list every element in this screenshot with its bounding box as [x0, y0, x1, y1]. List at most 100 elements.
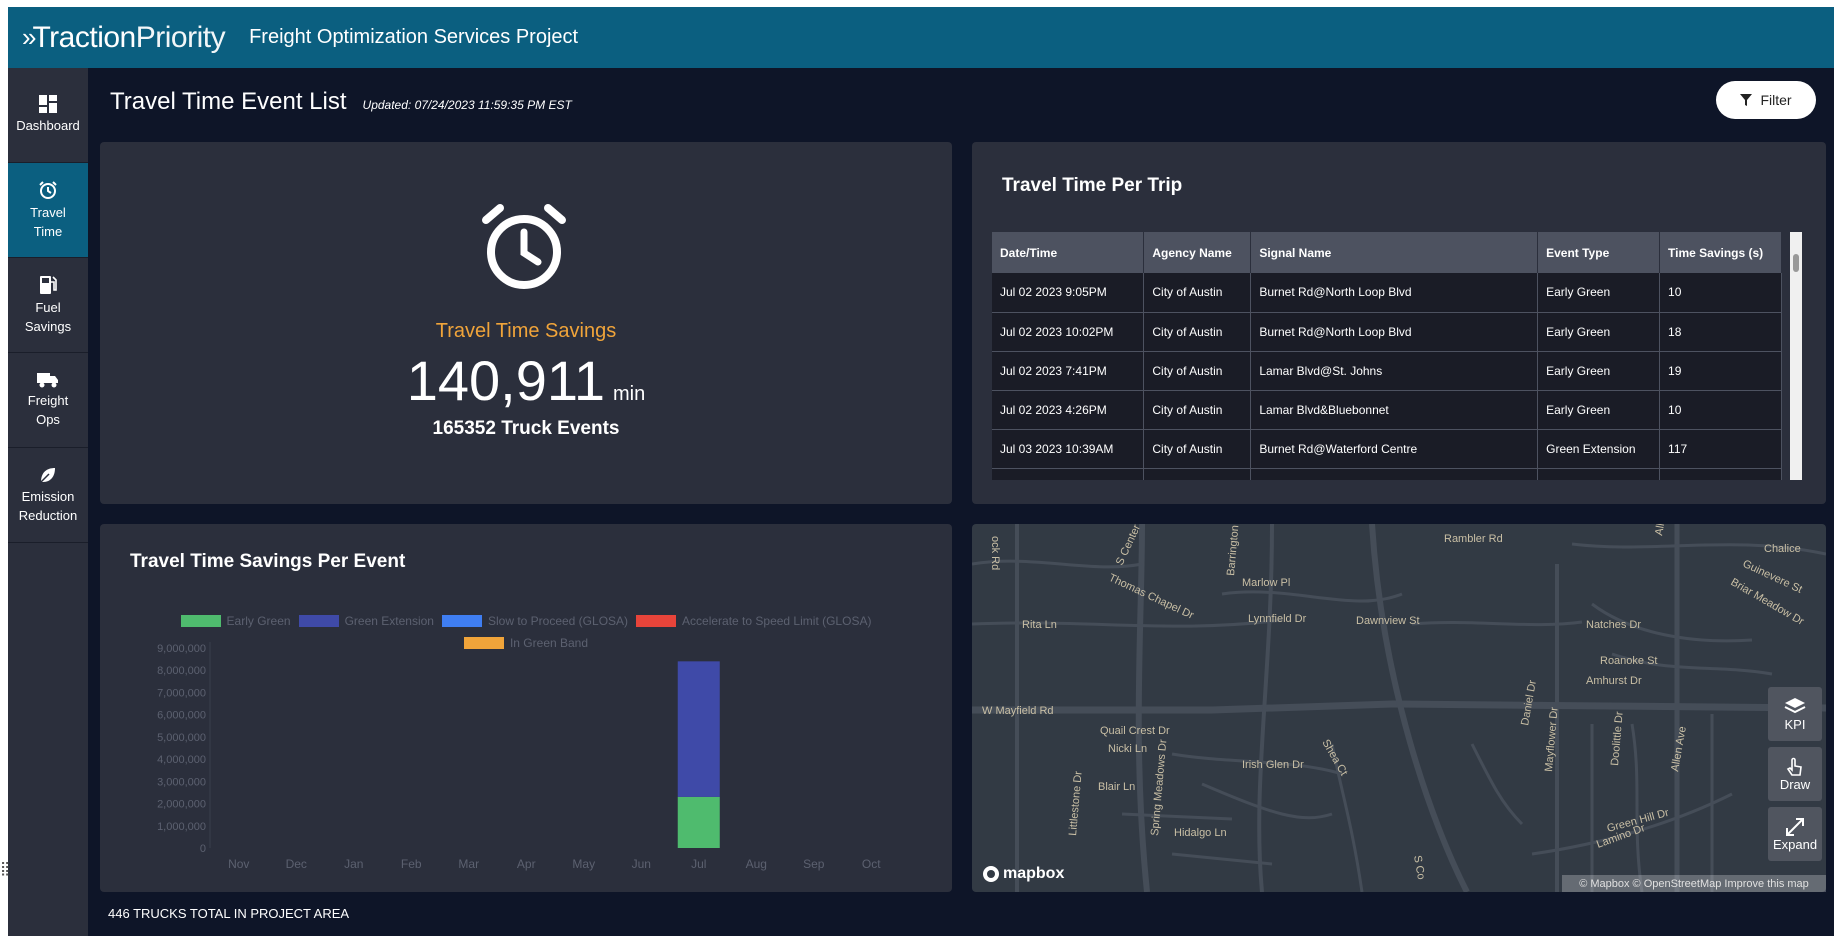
kpi-button[interactable]: KPI — [1768, 687, 1822, 741]
table-cell: Early Green — [1537, 312, 1661, 352]
x-tick-label: Jul — [691, 857, 706, 871]
bar-segment — [677, 796, 720, 848]
fuel-pump-icon — [40, 275, 57, 294]
column-header[interactable]: Agency Name — [1143, 232, 1252, 273]
sidebar-item-label-2: Reduction — [18, 507, 78, 523]
logo-text-bold: Traction — [32, 20, 136, 54]
traction-priority-logo[interactable]: » Traction Priority — [22, 20, 226, 55]
hand-pointer-icon — [1786, 757, 1802, 776]
y-tick-label: 7,000,000 — [157, 687, 206, 699]
x-tick-label: Sep — [803, 857, 825, 871]
page-header: Travel Time Event List Updated: 07/24/20… — [110, 88, 572, 116]
sidebar-item-dashboard[interactable]: Dashboard — [8, 68, 88, 163]
map-road — [1221, 590, 1403, 603]
table-cell: Green Extension — [1537, 429, 1661, 469]
y-tick-label: 2,000,000 — [157, 799, 206, 811]
sidebar-item-fuel-savings[interactable]: Fuel Savings — [8, 258, 88, 353]
updated-timestamp: Updated: 07/24/2023 11:59:35 PM EST — [362, 98, 572, 112]
street-label: Nicki Ln — [1108, 743, 1147, 755]
project-title: Freight Optimization Services Project — [249, 26, 579, 48]
map-road — [1171, 852, 1273, 866]
y-tick-label: 6,000,000 — [157, 710, 206, 722]
expand-icon — [1786, 817, 1804, 836]
bar-chart: 0 1,000,000 2,000,000 3,000,000 4,000,000 5,0… — [157, 642, 881, 871]
table-row[interactable] — [992, 468, 1782, 480]
street-label: Barrington — [1225, 525, 1241, 577]
street-label: Roanoke St — [1600, 655, 1657, 667]
column-header[interactable]: Event Type — [1537, 232, 1661, 273]
leaf-icon — [40, 467, 55, 483]
x-tick-label: Nov — [228, 857, 249, 871]
column-header[interactable]: Signal Name — [1250, 232, 1539, 273]
table-row[interactable]: Jul 02 2023 9:05PM City of Austin Burnet R… — [992, 273, 1782, 313]
table-cell: Lamar Blvd@St. Johns — [1250, 351, 1539, 391]
street-label: ock Rd — [989, 536, 1001, 570]
truck-events-count: 165352 Truck Events — [432, 418, 620, 439]
table-cell: Early Green — [1537, 390, 1661, 430]
y-tick-label: 8,000,000 — [157, 665, 206, 677]
truck-icon — [37, 372, 58, 387]
street-label: Rita Ln — [1022, 619, 1057, 631]
savings-unit: min — [613, 383, 646, 405]
y-tick-label: 3,000,000 — [157, 776, 206, 788]
expand-button[interactable]: Expand — [1768, 807, 1822, 861]
table-cell: 19 — [1659, 351, 1782, 391]
trip-table-container[interactable]: Date/Time Agency Name Signal Name Event … — [992, 232, 1792, 480]
sidebar-item-travel-time[interactable]: Travel Time — [8, 163, 88, 258]
table-scrollbar[interactable] — [1790, 232, 1802, 480]
street-label: Spring Meadows Dr — [1149, 739, 1169, 837]
filter-button[interactable]: Filter — [1716, 81, 1816, 119]
street-label: Dawnview St — [1356, 615, 1420, 627]
table-row[interactable]: Jul 03 2023 10:39AM City of Austin Burnet … — [992, 429, 1782, 469]
x-tick-label: Apr — [517, 857, 536, 871]
y-tick-label: 0 — [200, 843, 206, 855]
sidebar-item-label-2: Ops — [36, 411, 60, 427]
street-label: Allen Ave — [1669, 725, 1689, 772]
bar-segment — [677, 661, 720, 797]
sidebar-item-label: Fuel — [35, 299, 61, 315]
table-cell: Jul 03 2023 10:39AM — [992, 429, 1145, 469]
x-tick-label: Mar — [458, 857, 479, 871]
street-label: S Co — [1411, 854, 1427, 880]
street-label: Rambler Rd — [1444, 533, 1503, 545]
sidebar-item-freight-ops[interactable]: Freight Ops — [8, 353, 88, 448]
street-label: Blair Ln — [1098, 781, 1135, 793]
table-row[interactable]: Jul 02 2023 4:26PM City of Austin Lamar Bl… — [992, 390, 1782, 430]
table-cell: City of Austin — [1143, 351, 1252, 391]
sidebar: Dashboard Travel Time Fuel Savings Freig… — [8, 68, 88, 936]
draw-button[interactable]: Draw — [1768, 747, 1822, 801]
trucks-total: 446 TRUCKS TOTAL IN PROJECT AREA — [108, 906, 350, 921]
sidebar-item-label: Travel — [30, 204, 66, 220]
street-label: Littlestone Dr — [1067, 770, 1085, 836]
x-tick-label: Oct — [862, 857, 881, 871]
column-header[interactable]: Date/Time — [992, 232, 1145, 273]
trip-table: Date/Time Agency Name Signal Name Event … — [992, 232, 1782, 480]
y-tick-label: 5,000,000 — [157, 732, 206, 744]
column-header[interactable]: Time Savings (s) — [1659, 232, 1782, 273]
map-canvas[interactable]: Rambler RdChaliceS Center BarringtonThoma… — [972, 524, 1826, 892]
table-row[interactable]: Jul 02 2023 7:41PM City of Austin Lamar Bl… — [992, 351, 1782, 391]
layers-icon — [1784, 697, 1806, 713]
sidebar-item-label: Emission — [21, 488, 75, 504]
map-attribution[interactable]: © Mapbox © OpenStreetMap Improve this ma… — [1562, 875, 1826, 892]
page-title: Travel Time Event List — [110, 88, 347, 115]
x-tick-label: Jun — [632, 857, 651, 871]
sidebar-item-label-2: Time — [33, 223, 63, 239]
travel-time-savings-panel: Travel Time Savings 140,911 min 165352 Tr… — [100, 142, 952, 504]
logo-chevron-icon: » — [22, 22, 37, 52]
street-label: Thomas Chapel Dr — [1107, 572, 1196, 622]
mapbox-logo[interactable]: mapbox — [982, 865, 1064, 883]
table-cell: City of Austin — [1143, 273, 1252, 313]
table-cell: Jul 02 2023 7:41PM — [992, 351, 1145, 391]
table-cell: 10 — [1659, 390, 1782, 430]
sidebar-item-emission-reduction[interactable]: Emission Reduction — [8, 448, 88, 543]
scrollbar-thumb[interactable] — [1793, 254, 1799, 272]
table-cell: Jul 02 2023 9:05PM — [992, 273, 1145, 313]
map-panel[interactable]: Rambler Rd Chalice S Center Barrington Thoma… — [972, 524, 1826, 892]
street-label: Doolittle Dr — [1609, 711, 1626, 767]
grid-handle-icon: ⣿ — [0, 860, 11, 876]
street-label: Natches Dr — [1586, 619, 1641, 631]
y-tick-label: 4,000,000 — [157, 754, 206, 766]
table-row[interactable]: Jul 02 2023 10:02PM City of Austin Burnet … — [992, 312, 1782, 352]
street-label: Allen — [1653, 524, 1669, 537]
